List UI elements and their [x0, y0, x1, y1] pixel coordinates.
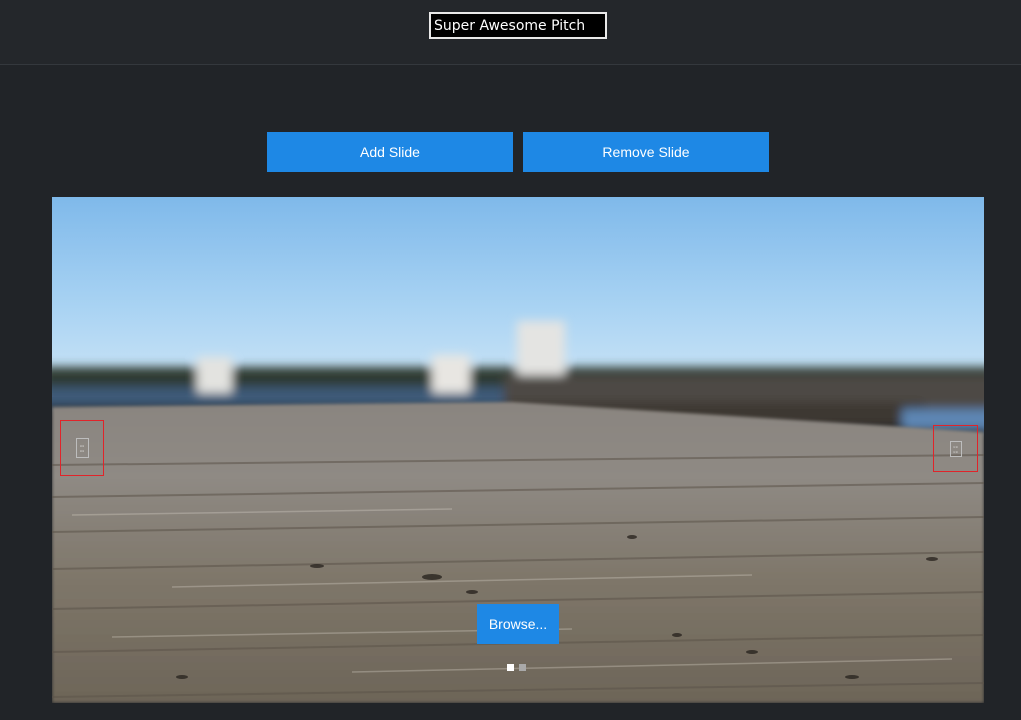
browse-image-button[interactable]: Browse... [477, 604, 559, 644]
pagination-dot-2[interactable] [519, 664, 526, 671]
broken-image-icon: ▫▫ ▫▫ [949, 440, 962, 457]
pagination-dot-1[interactable] [507, 664, 514, 671]
add-slide-button[interactable]: Add Slide [267, 132, 513, 172]
top-bar [0, 0, 1021, 65]
pitch-title-input[interactable] [429, 12, 607, 39]
slide-pagination [507, 664, 526, 672]
next-slide-arrow[interactable]: ▫▫ ▫▫ [933, 425, 978, 472]
previous-slide-arrow[interactable]: ▫▫ ▫▫ [60, 420, 104, 476]
broken-image-icon: ▫▫ ▫▫ [75, 438, 89, 458]
remove-slide-button[interactable]: Remove Slide [523, 132, 769, 172]
